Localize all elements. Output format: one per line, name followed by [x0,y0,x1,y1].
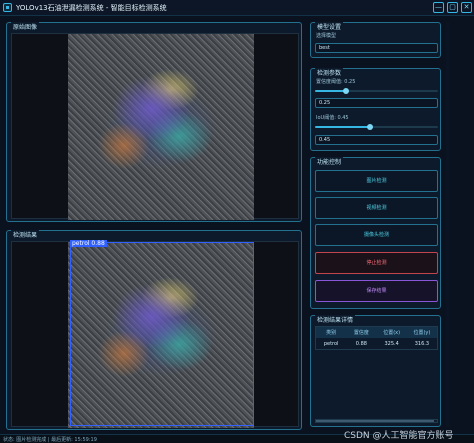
detection-details-panel: 检测结果详情 类别 置信度 位置(x) 位置(y) petrol 0.88 32… [310,315,441,427]
table-cell: 325.4 [384,340,399,347]
iou-slider-handle[interactable] [367,124,374,130]
table-cell: 0.88 [355,340,367,347]
original-image-title: 原始图像 [11,22,40,31]
column-header[interactable]: 位置(y) [407,329,437,336]
close-button[interactable]: ✕ [461,2,472,13]
image-detect-button[interactable]: 图片检测 [315,170,438,192]
detection-bounding-box [70,242,254,426]
status-text: 状态: 图片检测完成 | 最后更新: 15:59:19 [3,437,97,443]
original-image [68,34,254,220]
table-row[interactable]: petrol 0.88 325.4 316.3 [316,338,437,349]
title-bar: YOLOv13石油泄漏检测系统 - 智能目标检测系统 — ▢ ✕ [0,0,474,16]
original-image-frame [11,33,299,220]
confidence-slider[interactable] [315,88,438,94]
table-cell: petrol [323,340,339,347]
detection-params-panel: 检测参数 置信度阈值: 0.25 0.25 IoU阈值: 0.45 0.45 [310,68,441,151]
column-header[interactable]: 类别 [316,329,346,336]
iou-slider[interactable] [315,124,438,130]
camera-detect-button[interactable]: 摄像头检测 [315,224,438,246]
maximize-button[interactable]: ▢ [447,2,458,13]
function-control-panel: 功能控制 图片检测 视频检测 摄像头检测 停止检测 保存结果 [310,157,441,309]
video-detect-button[interactable]: 视频检测 [315,197,438,219]
save-result-button[interactable]: 保存结果 [315,280,438,302]
column-header[interactable]: 位置(x) [377,329,407,336]
result-image-frame: petrol 0.88 [11,240,299,428]
detection-details-title: 检测结果详情 [315,315,356,324]
minimize-button[interactable]: — [433,2,444,13]
iou-field[interactable]: 0.45 [315,135,438,145]
result-image-title: 检测结果 [11,230,40,239]
detection-params-title: 检测参数 [315,68,344,77]
table-scroll-thumb[interactable] [316,420,434,422]
model-select[interactable]: best [315,43,438,53]
right-panel-scrollbar[interactable] [446,22,450,427]
window-controls: — ▢ ✕ [433,2,472,13]
original-image-panel: 原始图像 [6,22,302,222]
results-table: 类别 置信度 位置(x) 位置(y) petrol 0.88 325.4 316… [315,326,438,350]
stop-detect-button[interactable]: 停止检测 [315,252,438,274]
confidence-slider-handle[interactable] [342,88,349,94]
table-cell: 316.3 [414,340,430,347]
function-control-title: 功能控制 [315,157,344,166]
confidence-label: 置信度阈值: 0.25 [316,79,356,85]
watermark: CSDN @人工智能官方账号 [344,431,454,441]
app-logo-icon [3,3,12,12]
table-header: 类别 置信度 位置(x) 位置(y) [316,327,437,338]
result-image-panel: 检测结果 petrol 0.88 [6,230,302,430]
column-header[interactable]: 置信度 [346,329,376,336]
window-title: YOLOv13石油泄漏检测系统 - 智能目标检测系统 [16,4,167,12]
iou-slider-fill [315,126,371,128]
confidence-field[interactable]: 0.25 [315,98,438,108]
model-select-label: 选择模型 [316,33,337,39]
model-settings-title: 模型设置 [315,22,344,31]
iou-label: IoU阈值: 0.45 [316,115,349,121]
detection-label: petrol 0.88 [70,240,107,247]
model-settings-panel: 模型设置 选择模型 best [310,22,441,58]
confidence-slider-fill [315,90,346,92]
table-horizontal-scrollbar[interactable] [315,419,438,423]
